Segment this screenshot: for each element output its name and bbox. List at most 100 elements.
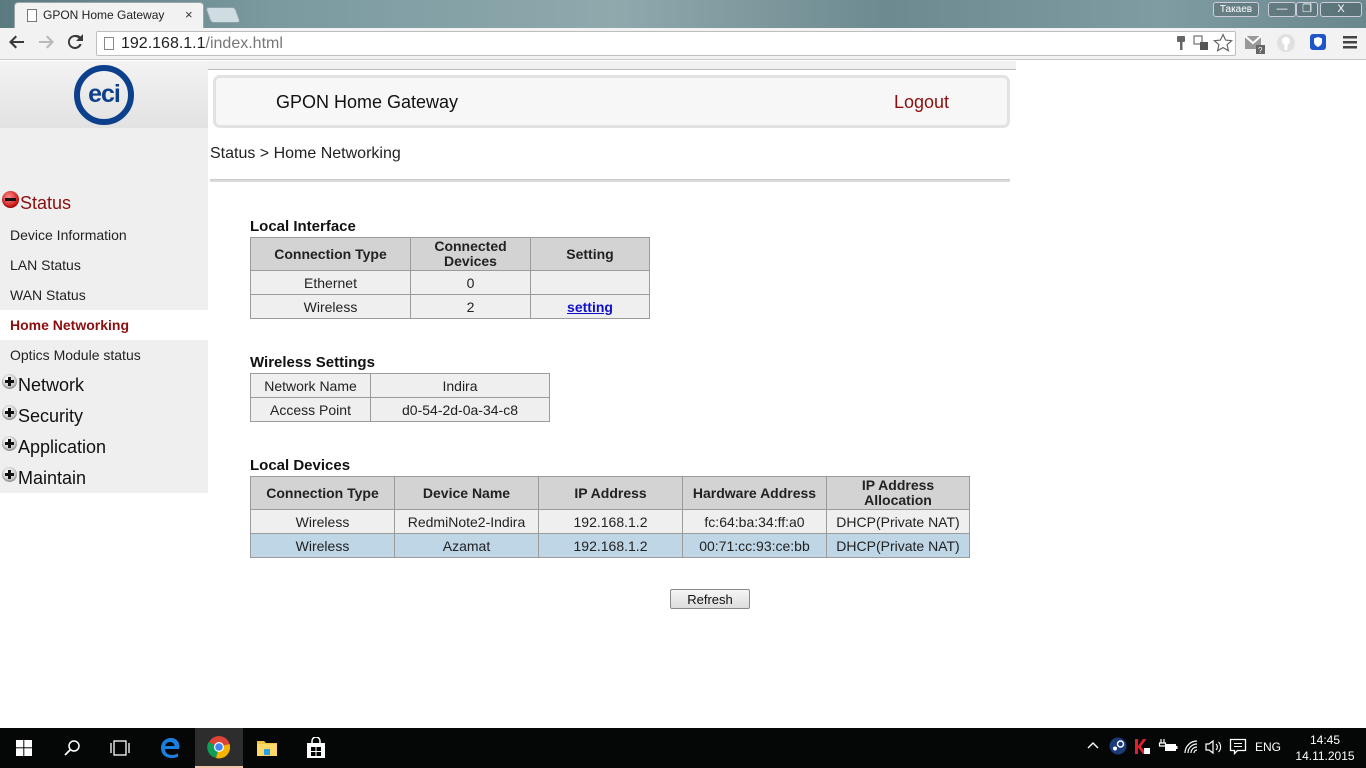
browser-toolbar: 192.168.1.1/index.html ?	[0, 28, 1366, 60]
restore-button[interactable]: ❐	[1296, 2, 1318, 17]
gateway-page: eci GPON Home Gateway Logout Status Devi…	[0, 61, 1366, 728]
setting-cell: setting	[530, 294, 650, 319]
star-icon[interactable]	[1212, 33, 1234, 57]
table-row[interactable]: Wireless Azamat 192.168.1.2 00:71:cc:93:…	[250, 533, 970, 558]
local-devices-title: Local Devices	[250, 457, 351, 474]
language-indicator[interactable]: ENG	[1255, 740, 1281, 754]
local-devices-table: Connection Type Device Name IP Address H…	[250, 476, 970, 558]
search-icon[interactable]	[48, 728, 96, 768]
sidebar-menu-maintain[interactable]: Maintain	[0, 465, 86, 491]
local-interface-table: Connection Type Connected Devices Settin…	[250, 237, 650, 319]
header-box: GPON Home Gateway Logout	[213, 75, 1010, 128]
sidebar-item-home-networking[interactable]: Home Networking	[0, 310, 208, 340]
shield-icon[interactable]	[1309, 33, 1329, 53]
expand-icon	[2, 435, 17, 451]
column-header: Setting	[530, 237, 650, 271]
close-window-button[interactable]: X	[1320, 2, 1362, 17]
ip-address-cell: 192.168.1.2	[538, 509, 683, 534]
menu-label: Application	[18, 436, 107, 457]
menu-label: Maintain	[18, 467, 87, 488]
sidebar-menu-status[interactable]: Status	[0, 190, 71, 216]
hardware-address-cell: 00:71:cc:93:ce:bb	[682, 533, 827, 558]
column-header: Connection Type	[250, 237, 411, 271]
steam-icon[interactable]	[1109, 737, 1127, 758]
sidebar-item-wan-status[interactable]: WAN Status	[0, 280, 208, 310]
eci-logo: eci	[74, 65, 134, 125]
column-header: Hardware Address	[682, 476, 827, 510]
volume-icon[interactable]	[1205, 739, 1223, 758]
edge-icon[interactable]	[146, 728, 194, 768]
table-header-row: Connection Type Device Name IP Address H…	[250, 476, 970, 510]
sidebar-item-device-information[interactable]: Device Information	[0, 220, 208, 250]
setting-value: d0-54-2d-0a-34-c8	[370, 397, 550, 422]
profile-badge[interactable]: Такаев	[1213, 2, 1259, 17]
column-header: Device Name	[394, 476, 539, 510]
expand-icon	[2, 466, 17, 482]
clock-date: 14.11.2015	[1295, 749, 1355, 763]
table-row[interactable]: Wireless RedmiNote2-Indira 192.168.1.2 f…	[250, 509, 970, 534]
battery-icon[interactable]	[1158, 739, 1178, 756]
connected-devices-cell: 0	[410, 270, 531, 295]
back-icon[interactable]	[6, 33, 28, 55]
wireless-setting-link[interactable]: setting	[567, 299, 613, 315]
task-view-icon[interactable]	[96, 728, 144, 768]
menu-label: Status	[20, 192, 72, 213]
menu-label: Network	[18, 374, 85, 395]
setting-cell	[530, 270, 650, 295]
minimize-button[interactable]: —	[1268, 2, 1296, 17]
connected-devices-cell: 2	[410, 294, 531, 319]
kaspersky-icon[interactable]	[1134, 738, 1151, 758]
browser-tab[interactable]: GPON Home Gateway ×	[14, 2, 204, 28]
lightbulb-icon[interactable]	[1276, 33, 1296, 53]
expand-icon	[2, 404, 17, 420]
clock[interactable]: 14:45 14.11.2015	[1290, 732, 1360, 764]
device-name-cell: RedmiNote2-Indira	[394, 509, 539, 534]
wifi-icon[interactable]	[1183, 739, 1201, 758]
sidebar: Status Device Information LAN Status WAN…	[0, 128, 208, 493]
sidebar-menu-network[interactable]: Network	[0, 372, 84, 398]
wireless-settings-title: Wireless Settings	[250, 354, 375, 371]
svg-text:?: ?	[1258, 46, 1263, 55]
table-row: Ethernet 0	[250, 270, 650, 295]
translate-icon[interactable]	[1193, 35, 1209, 55]
column-header: IP Address	[538, 476, 683, 510]
setting-label: Access Point	[250, 397, 371, 422]
chrome-icon[interactable]	[195, 728, 243, 768]
ip-address-cell: 192.168.1.2	[538, 533, 683, 558]
column-header: Connected Devices	[410, 237, 531, 271]
new-tab-button[interactable]	[205, 7, 241, 23]
setting-label: Network Name	[250, 373, 371, 398]
forward-icon[interactable]	[35, 33, 57, 55]
sidebar-item-lan-status[interactable]: LAN Status	[0, 250, 208, 280]
page-title: GPON Home Gateway	[276, 92, 459, 112]
key-icon[interactable]	[1175, 35, 1187, 55]
column-header: IP Address Allocation	[826, 476, 970, 510]
url-text[interactable]: 192.168.1.1/index.html	[121, 35, 283, 53]
store-icon[interactable]	[292, 728, 340, 768]
gmail-checker-icon[interactable]: ?	[1244, 33, 1265, 55]
page-icon	[27, 9, 37, 22]
logout-link[interactable]: Logout	[894, 92, 949, 113]
menu-icon[interactable]	[1342, 33, 1362, 53]
setting-value: Indira	[370, 373, 550, 398]
address-bar[interactable]: 192.168.1.1/index.html	[96, 31, 1236, 56]
file-explorer-icon[interactable]	[243, 728, 291, 768]
start-icon[interactable]	[0, 728, 48, 768]
sidebar-item-optics-module-status[interactable]: Optics Module status	[0, 340, 208, 370]
table-row: Wireless 2 setting	[250, 294, 650, 319]
sidebar-menu-security[interactable]: Security	[0, 403, 83, 429]
column-header: Connection Type	[250, 476, 395, 510]
ip-allocation-cell: DHCP(Private NAT)	[826, 509, 970, 534]
menu-label: Security	[18, 405, 84, 426]
notifications-icon[interactable]	[1229, 738, 1247, 759]
browser-title-bar: GPON Home Gateway × Такаев — ❐ X	[0, 0, 1366, 28]
show-hidden-icon[interactable]	[1086, 738, 1100, 755]
divider	[210, 179, 1010, 182]
close-tab-icon[interactable]: ×	[185, 7, 193, 22]
refresh-button[interactable]: Refresh	[670, 589, 750, 609]
reload-icon[interactable]	[64, 33, 86, 55]
connection-type-cell: Wireless	[250, 533, 395, 558]
sidebar-menu-application[interactable]: Application	[0, 434, 106, 460]
ip-allocation-cell: DHCP(Private NAT)	[826, 533, 970, 558]
connection-type-cell: Wireless	[250, 509, 395, 534]
